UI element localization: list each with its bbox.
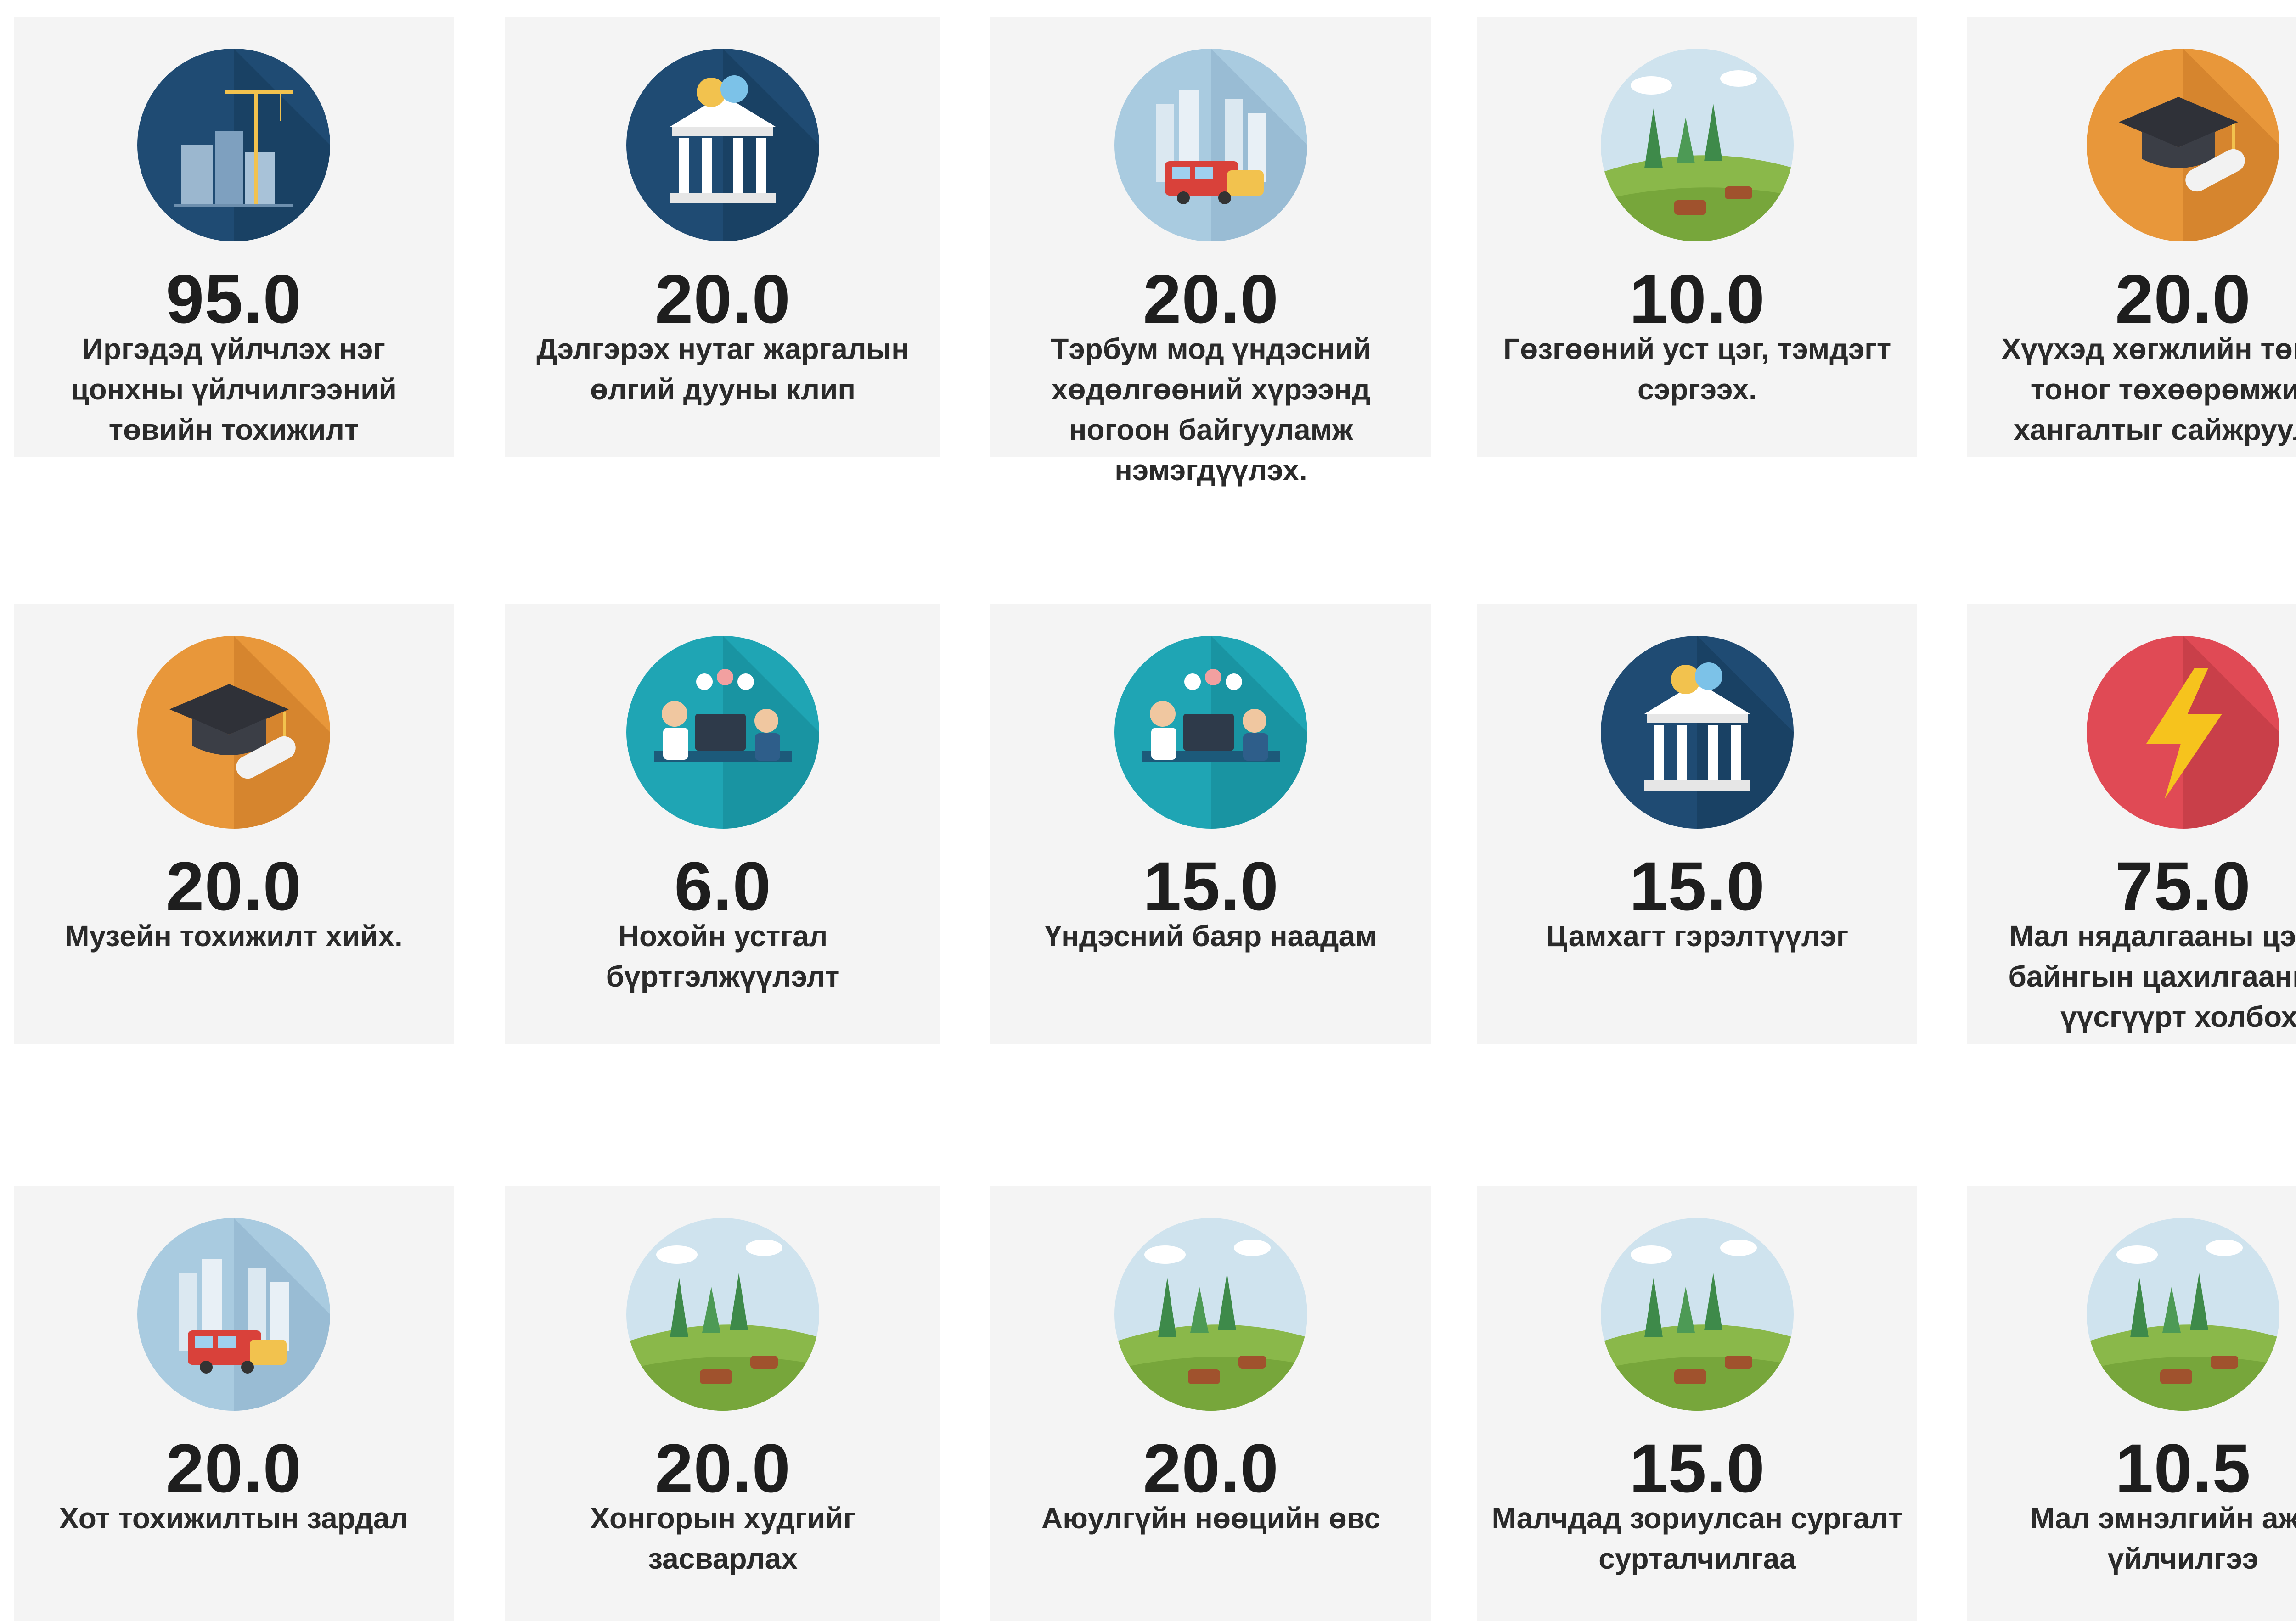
- project-amount: 10.5: [2115, 1430, 2251, 1507]
- project-amount: 20.0: [655, 1430, 791, 1507]
- project-card[interactable]: 10.5Мал эмнэлгийн ажил үйлчилгээ: [1967, 1186, 2296, 1621]
- project-card[interactable]: 75.0Мал нядалгааны цэгийг байнгын цахилг…: [1967, 604, 2296, 1044]
- pasture-livestock-icon: [1601, 1218, 1794, 1411]
- project-title: Цамхагт гэрэлтүүлэг: [1546, 920, 1849, 953]
- project-card-grid: 95.0 Иргэдэд үйлчлэх нэг цонхны үйлчилгээ…: [0, 0, 2296, 1621]
- project-amount: 20.0: [1143, 260, 1279, 337]
- project-amount: 15.0: [1143, 847, 1279, 925]
- project-card[interactable]: 15.0 Цамхагт гэрэлтүүлэг: [1477, 604, 1917, 1044]
- project-amount: 20.0: [655, 260, 791, 337]
- project-title: Дэлгэрэх нутаг жаргалын өлгий дууны клип: [536, 332, 909, 406]
- city-transport-icon: [137, 1218, 330, 1411]
- project-amount: 6.0: [674, 847, 771, 925]
- project-title: Хүүхэд хөгжлийн төвийн тоног төхөөрөмжий…: [2001, 332, 2296, 446]
- project-amount: 20.0: [166, 847, 302, 925]
- project-amount: 95.0: [166, 260, 302, 337]
- project-card[interactable]: 20.0 Дэлгэрэх нутаг жаргалын өлгий дууны …: [505, 17, 940, 457]
- project-card[interactable]: 6.0 Нохойн устгал бүртгэлжүүлэлт: [505, 604, 940, 1044]
- pasture-livestock-icon: [1114, 1218, 1307, 1411]
- project-title: Тэрбум мод үндэсний хөдөлгөөний хүрээнд …: [1051, 332, 1371, 487]
- project-amount: 15.0: [1629, 847, 1765, 925]
- project-card[interactable]: 15.0 Үндэсний баяр наадам: [990, 604, 1431, 1044]
- project-card[interactable]: 20.0 Аюулгүйн нөөцийн өвс: [990, 1186, 1431, 1621]
- project-amount: 75.0: [2115, 847, 2251, 925]
- project-card[interactable]: 20.0 Музейн тохижилт хийх.: [14, 604, 454, 1044]
- project-card[interactable]: 20.0 Тэрбум мод үндэсний хөдөлгөөний хүрэ…: [990, 17, 1431, 487]
- project-title: Үндэсний баяр наадам: [1045, 920, 1377, 953]
- project-title: Аюулгүйн нөөцийн өвс: [1041, 1502, 1381, 1535]
- project-card[interactable]: 15.0 Малчдад зориулсан сургалт сурталчилг…: [1477, 1186, 1917, 1621]
- city-transport-icon: [1114, 49, 1307, 241]
- pasture-livestock-icon: [1601, 49, 1794, 241]
- project-amount: 20.0: [1143, 1430, 1279, 1507]
- project-title: Нохойн устгал бүртгэлжүүлэлт: [606, 920, 840, 993]
- project-card[interactable]: 20.0 Хот тохижилтын зардал: [14, 1186, 454, 1621]
- project-title: Хот тохижилтын зардал: [59, 1502, 409, 1535]
- project-amount: 15.0: [1629, 1430, 1765, 1507]
- project-card[interactable]: 20.0 Хонгорын худгийг засварлах: [505, 1186, 940, 1621]
- project-title: Музейн тохижилт хийх.: [65, 920, 403, 953]
- theater-building-icon: [626, 49, 819, 241]
- project-amount: 10.0: [1629, 260, 1765, 337]
- project-title: Иргэдэд үйлчлэх нэг цонхны үйлчилгээний …: [71, 332, 397, 446]
- office-workers-icon: [626, 636, 819, 829]
- project-title: Хонгорын худгийг засварлах: [590, 1502, 855, 1575]
- construction-icon: [137, 49, 330, 241]
- project-amount: 20.0: [2115, 260, 2251, 337]
- project-title: Малчдад зориулсан сургалт сурталчилгаа: [1491, 1502, 1903, 1575]
- graduation-cap-icon: [2087, 49, 2279, 241]
- office-workers-icon: [1114, 636, 1307, 829]
- graduation-cap-icon: [137, 636, 330, 829]
- project-title: Гөзгөөний уст цэг, тэмдэгт сэргээх.: [1503, 332, 1891, 406]
- project-title: Мал нядалгааны цэгийг байнгын цахилгааны…: [2008, 920, 2296, 1033]
- pasture-livestock-icon: [626, 1218, 819, 1411]
- project-amount: 20.0: [166, 1430, 302, 1507]
- pasture-livestock-icon: [2087, 1218, 2279, 1411]
- project-title: Мал эмнэлгийн ажил үйлчилгээ: [2030, 1502, 2296, 1575]
- project-card[interactable]: 20.0Хүүхэд хөгжлийн төвийн тоног төхөөрө…: [1967, 17, 2296, 457]
- lightning-icon: [2087, 636, 2279, 829]
- project-card[interactable]: 10.0 Гөзгөөний уст цэг, тэмдэгт сэргээх.: [1477, 17, 1917, 457]
- theater-building-icon: [1601, 636, 1794, 829]
- project-card[interactable]: 95.0 Иргэдэд үйлчлэх нэг цонхны үйлчилгээ…: [14, 17, 454, 457]
